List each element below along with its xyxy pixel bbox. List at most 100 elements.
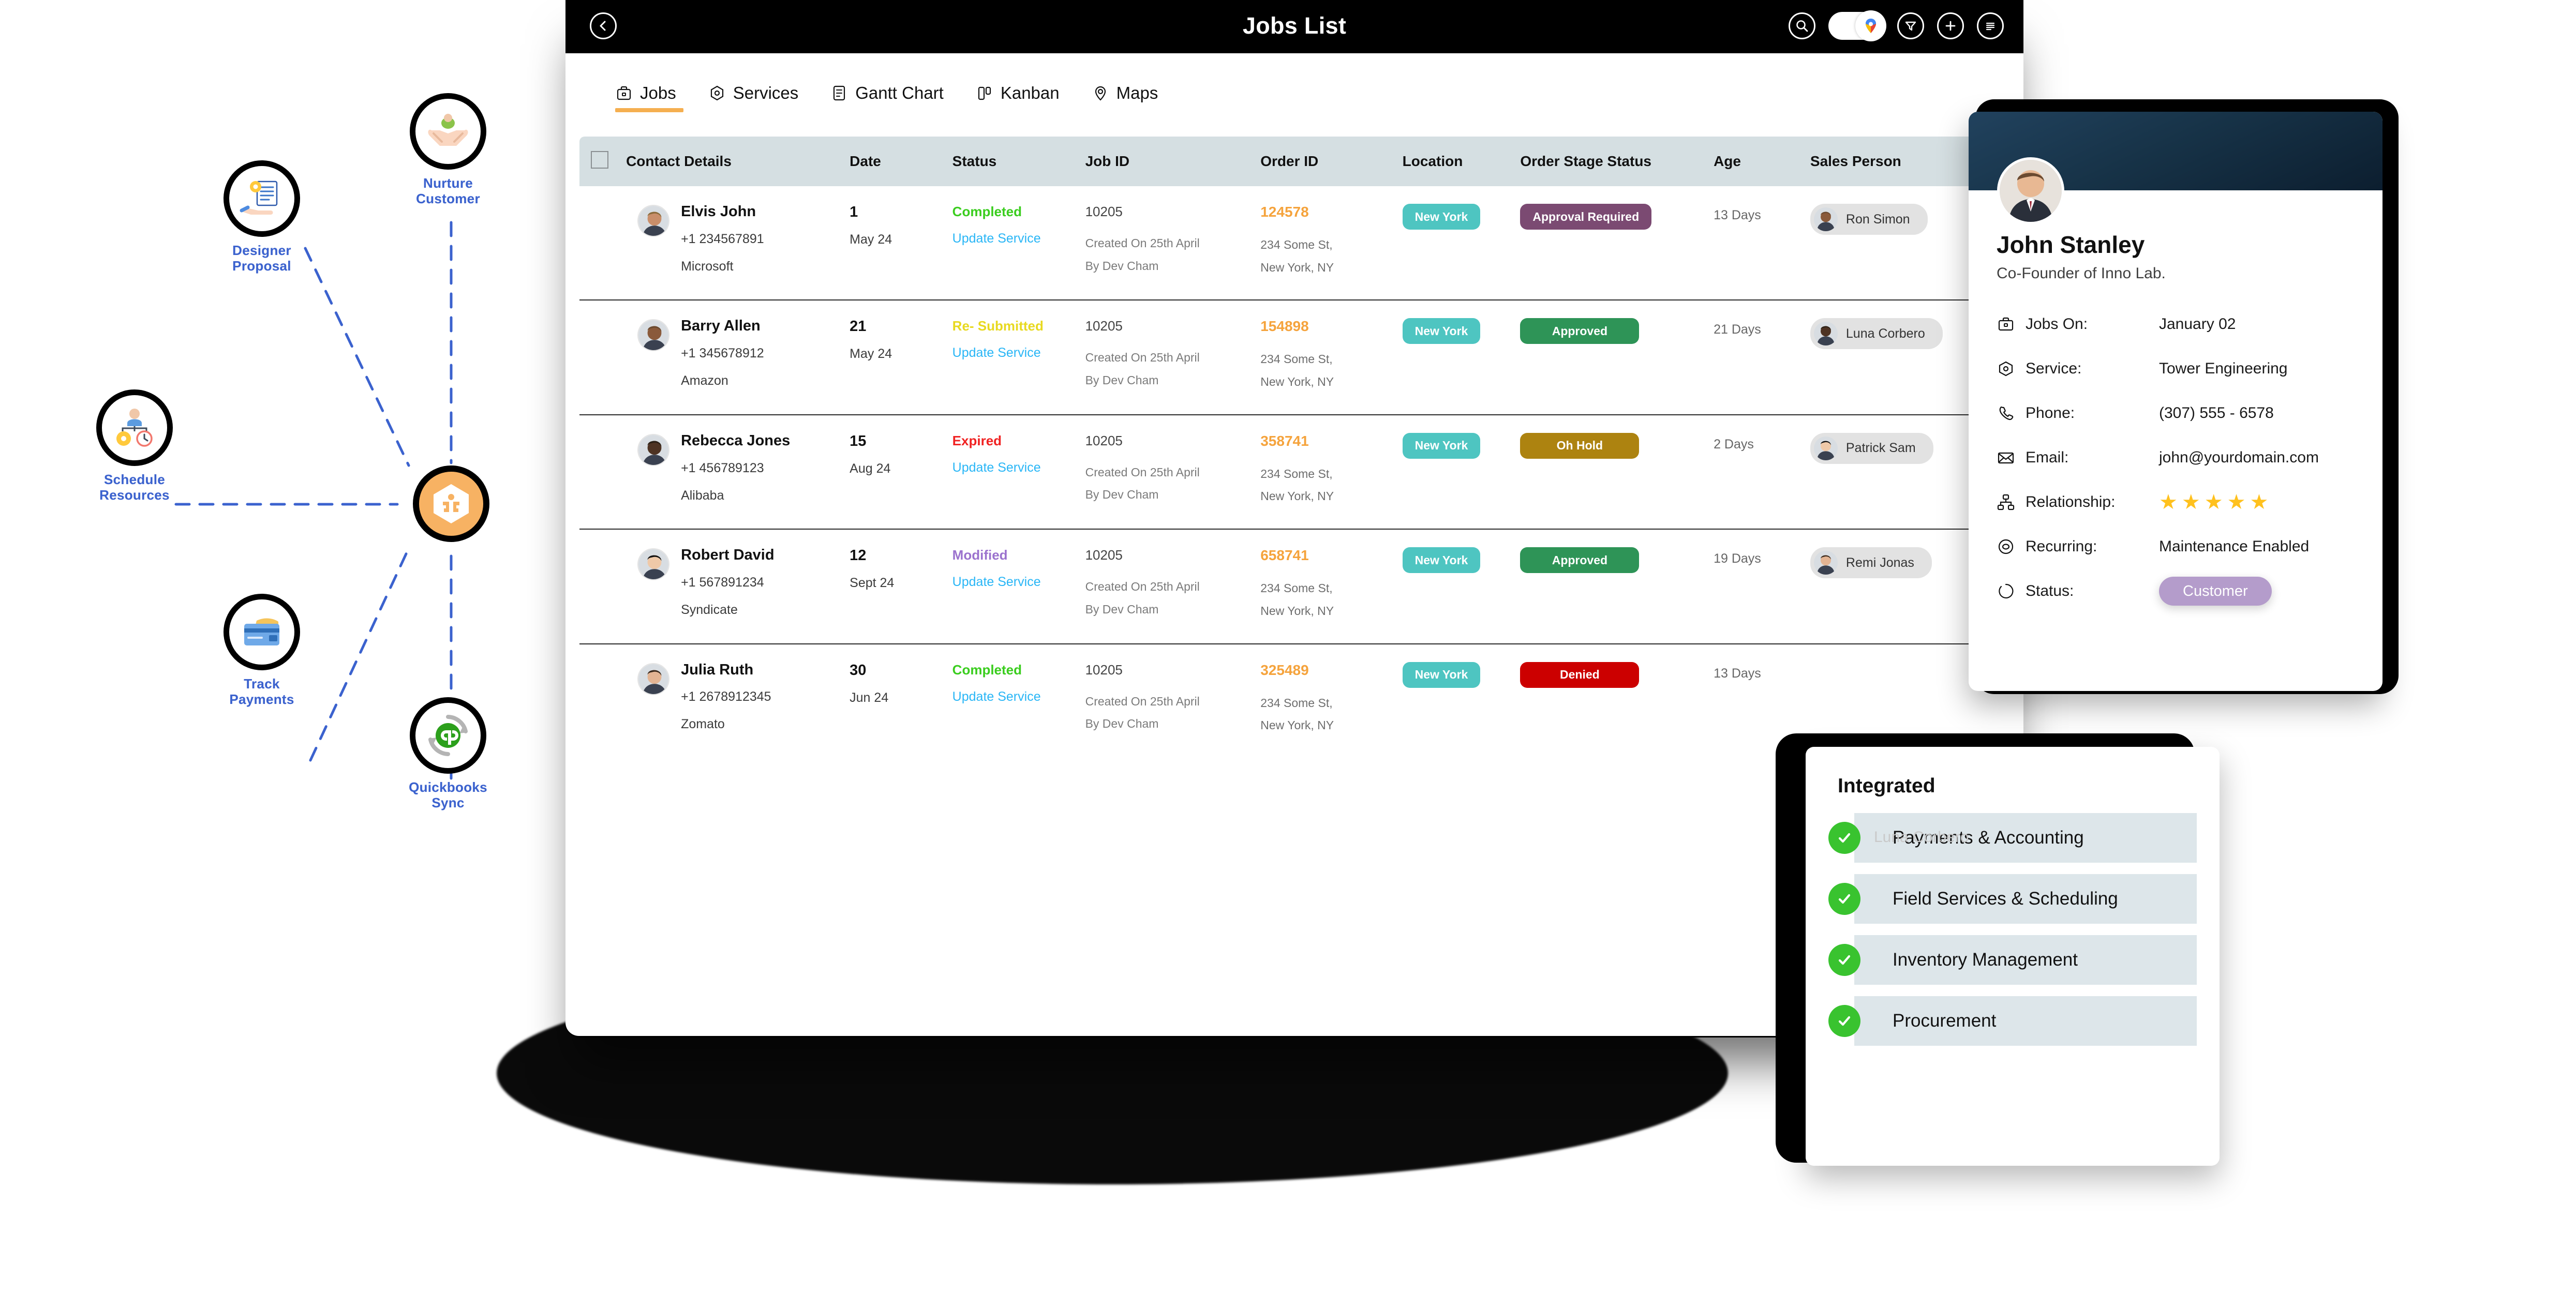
- avatar: [1813, 207, 1838, 231]
- status-badge[interactable]: Customer: [2159, 577, 2272, 606]
- document-list-icon: [830, 84, 848, 102]
- cell-age: 13 Days: [1710, 186, 1807, 301]
- column-date[interactable]: Date: [846, 137, 949, 186]
- integrated-item[interactable]: Field Services & Scheduling: [1828, 874, 2197, 924]
- briefcase-icon: [615, 84, 633, 102]
- order-id-value[interactable]: 124578: [1260, 204, 1396, 220]
- table-row[interactable]: Rebecca Jones +1 456789123 Alibaba 15 Aug 24…: [579, 414, 2013, 530]
- contact-value-service: Tower Engineering: [2159, 360, 2288, 377]
- select-all-checkbox[interactable]: [591, 151, 608, 169]
- integrated-item[interactable]: Inventory Management: [1828, 935, 2197, 985]
- tab-kanban[interactable]: Kanban: [976, 83, 1060, 112]
- order-stage-badge[interactable]: Approval Required: [1520, 204, 1652, 230]
- contact-phone: +1 345678912: [681, 346, 764, 361]
- cell-status: Re- Submitted Update Service: [949, 300, 1082, 415]
- diagram-node-designer-proposal[interactable]: Designer Proposal: [210, 160, 314, 274]
- search-icon[interactable]: [1789, 12, 1815, 39]
- avatar: [1813, 551, 1838, 575]
- column-location[interactable]: Location: [1399, 137, 1517, 186]
- column-contact-details[interactable]: Contact Details: [623, 137, 847, 186]
- job-created-info: Created On 25th April By Dev Cham: [1085, 236, 1200, 273]
- cell-contact-details: Elvis John +1 234567891 Microsoft: [623, 186, 847, 301]
- row-checkbox-cell[interactable]: [579, 300, 623, 415]
- job-created-info: Created On 25th April By Dev Cham: [1085, 351, 1200, 387]
- order-stage-badge[interactable]: Oh Hold: [1520, 432, 1640, 459]
- order-stage-badge[interactable]: Approved: [1520, 318, 1640, 344]
- contact-row-phone: Phone: (307) 555 - 6578: [1997, 391, 2383, 435]
- tab-maps[interactable]: Maps: [1092, 83, 1158, 112]
- tab-jobs[interactable]: Jobs: [615, 83, 683, 112]
- diagram-node-track-payments[interactable]: Track Payments: [210, 594, 314, 708]
- table-row[interactable]: Robert David +1 567891234 Syndicate 12 Sept …: [579, 529, 2013, 644]
- row-checkbox-cell[interactable]: [579, 644, 623, 758]
- location-badge[interactable]: New York: [1402, 661, 1481, 688]
- update-service-link[interactable]: Update Service: [952, 575, 1079, 590]
- location-badge[interactable]: New York: [1402, 547, 1481, 574]
- order-stage-badge[interactable]: Approved: [1520, 547, 1640, 574]
- update-service-link[interactable]: Update Service: [952, 231, 1079, 246]
- order-id-value[interactable]: 358741: [1260, 433, 1396, 449]
- cell-order-id: 124578 234 Some St, New York, NY: [1257, 186, 1399, 301]
- org-chart-icon: [1997, 493, 2026, 512]
- row-checkbox-cell[interactable]: [579, 529, 623, 644]
- integrated-item[interactable]: Procurement: [1828, 996, 2197, 1046]
- column-job-id[interactable]: Job ID: [1082, 137, 1258, 186]
- contact-detail-card: John Stanley Co-Founder of Inno Lab. Job…: [1969, 112, 2383, 691]
- diagram-node-quickbooks-sync[interactable]: Quickbooks Sync: [396, 697, 500, 811]
- select-all-cell[interactable]: [579, 137, 623, 186]
- add-icon[interactable]: [1937, 12, 1964, 39]
- diagram-node-schedule-resources[interactable]: Schedule Resources: [83, 389, 186, 503]
- contact-phone: +1 456789123: [681, 460, 764, 475]
- column-order-stage-status[interactable]: Order Stage Status: [1517, 137, 1711, 186]
- cell-location: New York: [1399, 414, 1517, 530]
- sales-person-chip[interactable]: Luna Corbero: [1810, 318, 1943, 350]
- avatar: [637, 548, 670, 581]
- order-stage-badge[interactable]: Denied: [1520, 661, 1640, 688]
- row-checkbox-cell[interactable]: [579, 186, 623, 301]
- update-service-link[interactable]: Update Service: [952, 460, 1079, 475]
- integrated-item[interactable]: Payments & Accounting Luna Corbero: [1828, 813, 2197, 863]
- update-service-link[interactable]: Update Service: [952, 345, 1079, 360]
- sales-person-name: Remi Jonas: [1845, 555, 1914, 570]
- nurture-hands-icon: [410, 93, 486, 170]
- sales-person-chip[interactable]: Remi Jonas: [1810, 547, 1932, 579]
- date-month: Sept 24: [850, 576, 895, 591]
- table-row[interactable]: Barry Allen +1 345678912 Amazon 21 May 24 Re-…: [579, 300, 2013, 415]
- cell-order-stage-status: Approved: [1517, 300, 1711, 415]
- status-text: Completed: [952, 661, 1022, 678]
- job-id-value: 10205: [1085, 661, 1123, 678]
- cell-contact-details: Robert David +1 567891234 Syndicate: [623, 529, 847, 644]
- column-age[interactable]: Age: [1710, 137, 1807, 186]
- column-order-id[interactable]: Order ID: [1257, 137, 1399, 186]
- location-badge[interactable]: New York: [1402, 318, 1481, 344]
- order-id-value[interactable]: 325489: [1260, 662, 1396, 679]
- tab-gantt-chart[interactable]: Gantt Chart: [830, 83, 944, 112]
- list-menu-icon[interactable]: [1977, 12, 2004, 39]
- contact-company: Microsoft: [681, 259, 734, 274]
- column-status[interactable]: Status: [949, 137, 1082, 186]
- sales-person-chip[interactable]: Ron Simon: [1810, 204, 1928, 235]
- map-view-toggle[interactable]: [1828, 10, 1886, 41]
- diagram-node-center-logo[interactable]: [413, 465, 489, 542]
- row-checkbox-cell[interactable]: [579, 414, 623, 530]
- diagram-label-quickbooks-sync: Quickbooks Sync: [409, 779, 487, 810]
- diagram-label-schedule-resources: Schedule Resources: [99, 472, 170, 503]
- contact-key-status: Status:: [2026, 582, 2074, 599]
- order-id-value[interactable]: 658741: [1260, 547, 1396, 564]
- tab-services[interactable]: Services: [708, 83, 798, 112]
- star-icon: ★: [2250, 491, 2269, 514]
- job-id-value: 10205: [1085, 318, 1123, 334]
- filter-icon[interactable]: [1897, 12, 1924, 39]
- kanban-columns-icon: [976, 84, 993, 102]
- tab-label-kanban: Kanban: [1000, 83, 1060, 102]
- briefcase-icon: [1997, 315, 2026, 334]
- order-id-value[interactable]: 154898: [1260, 318, 1396, 335]
- cell-job-id: 10205 Created On 25th April By Dev Cham: [1082, 644, 1258, 758]
- update-service-link[interactable]: Update Service: [952, 689, 1079, 704]
- date-month: Jun 24: [850, 690, 889, 705]
- table-row[interactable]: Elvis John +1 234567891 Microsoft 1 May 24 Co…: [579, 186, 2013, 301]
- location-badge[interactable]: New York: [1402, 204, 1481, 230]
- location-badge[interactable]: New York: [1402, 432, 1481, 459]
- diagram-node-nurture-customer[interactable]: Nurture Customer: [396, 93, 500, 207]
- sales-person-chip[interactable]: Patrick Sam: [1810, 432, 1933, 464]
